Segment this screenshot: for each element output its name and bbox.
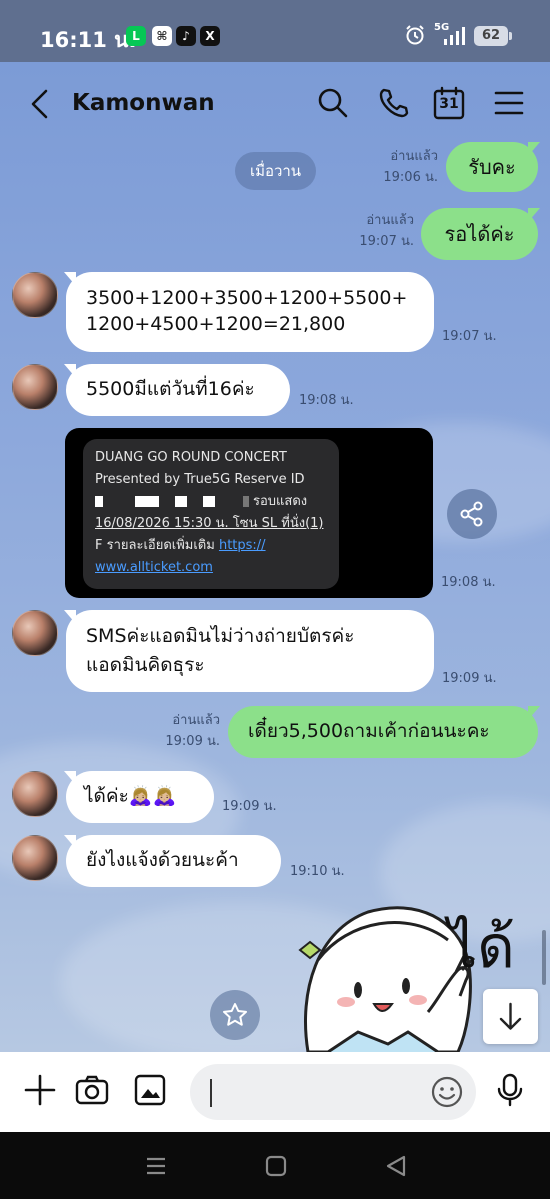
signal-icon: [444, 27, 465, 45]
plus-icon[interactable]: [22, 1072, 58, 1108]
message-line: SMSค่ะแอดมินไม่ว่างถ่ายบัตรค่ะ: [86, 625, 355, 647]
message-time: 19:07 น.: [442, 329, 497, 344]
x-icon: X: [200, 26, 220, 46]
share-button[interactable]: [447, 489, 497, 539]
avatar[interactable]: [12, 272, 58, 318]
date-separator: เมื่อวาน: [235, 152, 316, 190]
message-time: 19:08 น.: [441, 575, 496, 590]
message-line: แอดมินคิดธุระ: [86, 654, 205, 676]
phone-icon[interactable]: [376, 86, 410, 120]
message-bubble-in[interactable]: SMSค่ะแอดมินไม่ว่างถ่ายบัตรค่ะ แอดมินคิด…: [64, 610, 434, 692]
star-icon: [223, 1003, 247, 1026]
message-time: 19:08 น.: [299, 393, 354, 408]
status-bar: 16:11 น. L ⌘ ♪ X 5G 62: [0, 0, 550, 62]
message-meta: อ่านแล้ว 19:07 น.: [344, 210, 414, 252]
emoji-icon[interactable]: [430, 1075, 464, 1109]
sms-link: www.allticket.com: [95, 560, 213, 575]
recent-apps-icon[interactable]: [142, 1152, 170, 1180]
read-receipt: อ่านแล้ว: [390, 149, 438, 164]
share-icon: [460, 501, 483, 527]
text-caret: [210, 1079, 212, 1107]
image-gallery-icon[interactable]: [132, 1072, 168, 1108]
calendar-icon[interactable]: 31: [432, 86, 466, 120]
sticker-text: ได้: [448, 913, 515, 981]
battery-indicator: 62: [474, 26, 512, 46]
message-time: 19:07 น.: [359, 234, 414, 249]
microphone-icon[interactable]: [492, 1072, 528, 1108]
favorite-sticker-button[interactable]: [210, 990, 260, 1040]
avatar[interactable]: [12, 771, 58, 817]
back-nav-icon[interactable]: [382, 1152, 410, 1180]
message-line: 1200+4500+1200=21,800: [86, 313, 346, 335]
message-time: 19:09 น.: [442, 671, 497, 686]
alarm-icon: [406, 25, 424, 45]
avatar[interactable]: [12, 610, 58, 656]
read-receipt: อ่านแล้ว: [366, 213, 414, 228]
message-meta: อ่านแล้ว 19:09 น.: [152, 710, 220, 752]
home-icon[interactable]: [262, 1152, 290, 1180]
message-time: 19:06 น.: [383, 170, 438, 185]
menu-icon[interactable]: [492, 86, 526, 120]
sms-link: https://: [218, 538, 266, 553]
avatar[interactable]: [12, 835, 58, 881]
arrow-down-icon: [499, 1002, 522, 1030]
sms-line-redacted: รอบแสดง: [95, 491, 327, 513]
sms-line: Presented by True5G Reserve ID: [95, 472, 305, 487]
message-image[interactable]: DUANG GO ROUND CONCERT Presented by True…: [65, 428, 433, 598]
sms-screenshot: DUANG GO ROUND CONCERT Presented by True…: [83, 439, 339, 589]
sms-line: F รายละเอียดเพิ่มเติม https://: [95, 535, 327, 557]
sms-line-suffix: รอบแสดง: [253, 494, 308, 509]
sms-line-prefix: F รายละเอียดเพิ่มเติม: [95, 538, 219, 553]
tiktok-icon: ♪: [176, 26, 196, 46]
calendar-day: 31: [439, 96, 459, 112]
search-icon[interactable]: [316, 86, 350, 120]
message-bubble-in[interactable]: ได้ค่ะ🙇🏼‍♀️🙇🏼‍♀️: [64, 771, 214, 823]
message-bubble-out[interactable]: รับคะ: [446, 142, 540, 192]
scrollbar[interactable]: [542, 930, 546, 985]
message-time: 19:09 น.: [222, 799, 277, 814]
message-bubble-out[interactable]: รอได้ค่ะ: [421, 208, 540, 260]
contact-name[interactable]: Kamonwan: [72, 90, 215, 116]
scroll-to-bottom-button[interactable]: [483, 989, 538, 1044]
capcut-icon: ⌘: [152, 26, 172, 46]
message-meta: อ่านแล้ว 19:06 น.: [368, 146, 438, 188]
message-bubble-in[interactable]: 5500มีแต่วันที่16ค่ะ: [64, 364, 290, 416]
sms-line: 16/08/2026 15:30 น. โซน SL ที่นั่ง(1): [95, 516, 324, 531]
message-bubble-in[interactable]: ยังไงแจ้งด้วยนะค้า: [64, 835, 281, 887]
message-time: 19:10 น.: [290, 864, 345, 879]
line-icon: L: [126, 26, 146, 46]
message-bubble-out[interactable]: เดี๋ยว5,500ถามเค้าก่อนนะคะ: [228, 706, 540, 758]
message-time: 19:09 น.: [165, 734, 220, 749]
message-bubble-in[interactable]: 3500+1200+3500+1200+5500+ 1200+4500+1200…: [64, 272, 434, 352]
status-time: 16:11 น.: [40, 28, 137, 52]
camera-icon[interactable]: [74, 1072, 110, 1108]
back-arrow-icon[interactable]: [28, 88, 54, 120]
avatar[interactable]: [12, 364, 58, 410]
message-line: 3500+1200+3500+1200+5500+: [86, 287, 408, 309]
sms-line: DUANG GO ROUND CONCERT: [95, 450, 287, 465]
read-receipt: อ่านแล้ว: [172, 713, 220, 728]
